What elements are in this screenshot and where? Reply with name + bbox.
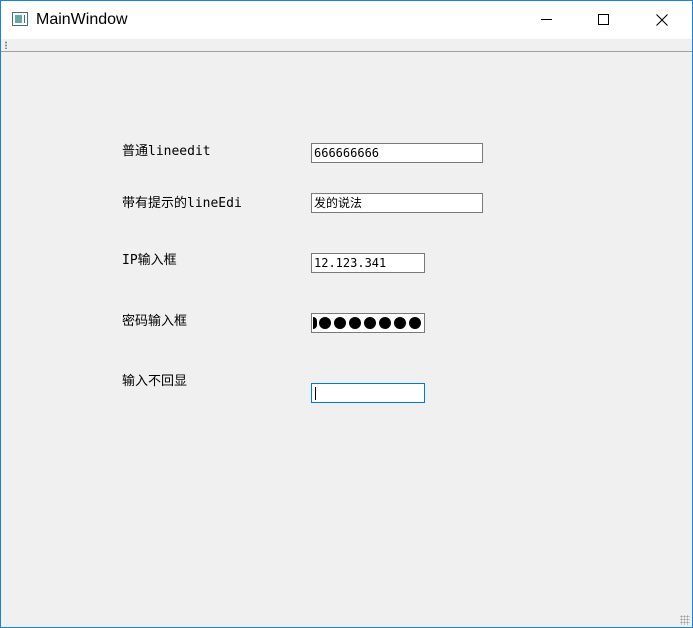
minimize-button[interactable]: [518, 1, 576, 39]
hint-lineedit[interactable]: 发的说法: [311, 193, 483, 213]
password-mask-dot: [379, 317, 391, 329]
main-window: MainWindow 普通lineedit 666666666 带有提示的lin…: [0, 0, 693, 628]
password-input-label: 密码输入框: [122, 314, 188, 329]
password-mask-dot: [319, 317, 331, 329]
password-mask-dot: [394, 317, 406, 329]
title-bar[interactable]: MainWindow: [1, 1, 692, 39]
password-mask-dot: [364, 317, 376, 329]
password-mask-dot: [349, 317, 361, 329]
size-grip-icon[interactable]: [680, 615, 690, 625]
password-mask: [313, 317, 424, 329]
no-echo-input[interactable]: [311, 383, 425, 403]
toolbar: [1, 39, 692, 52]
close-icon: [656, 14, 668, 26]
ip-input-value: 12.123.341: [314, 256, 387, 270]
hint-lineedit-label: 带有提示的lineEdi: [122, 196, 242, 211]
normal-lineedit-label: 普通lineedit: [122, 144, 211, 159]
normal-lineedit[interactable]: 666666666: [311, 143, 483, 163]
hint-lineedit-value: 发的说法: [314, 196, 363, 210]
app-window-icon: [12, 12, 28, 26]
maximize-button[interactable]: [575, 1, 633, 39]
ip-input-label: IP输入框: [122, 253, 177, 268]
window-title: MainWindow: [36, 11, 128, 28]
no-echo-input-label: 输入不回显: [122, 374, 188, 389]
password-input[interactable]: [311, 313, 425, 333]
normal-lineedit-value: 666666666: [314, 146, 380, 160]
minimize-icon: [541, 19, 552, 20]
text-caret: [315, 387, 316, 400]
close-button[interactable]: [633, 1, 691, 39]
password-mask-dot: [313, 317, 317, 329]
ip-input[interactable]: 12.123.341: [311, 253, 425, 273]
password-mask-dot: [409, 317, 421, 329]
maximize-icon: [598, 14, 609, 25]
password-mask-dot: [334, 317, 346, 329]
toolbar-handle-icon[interactable]: [5, 41, 7, 49]
